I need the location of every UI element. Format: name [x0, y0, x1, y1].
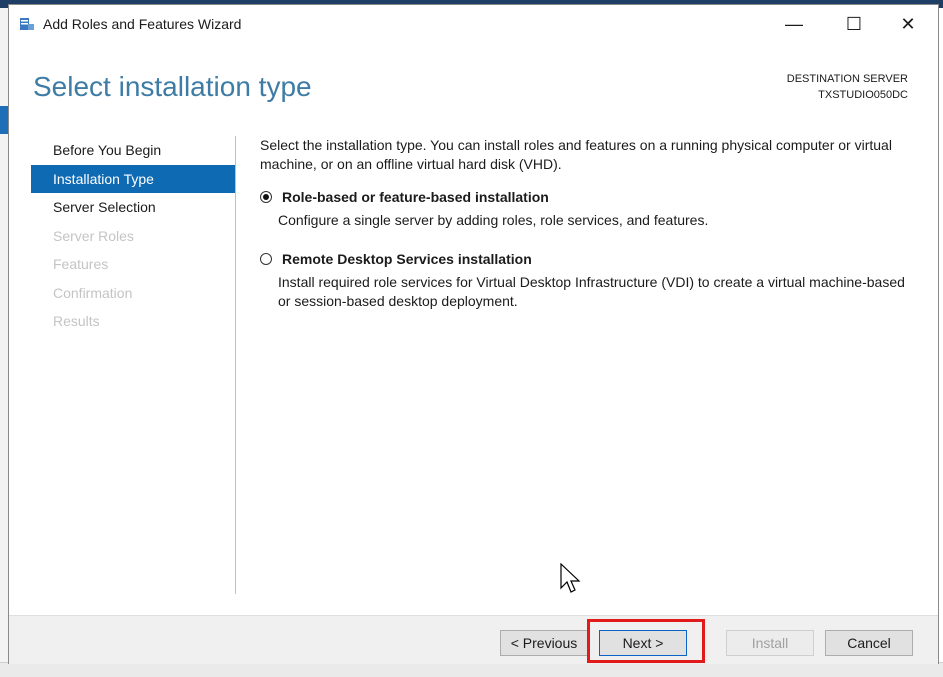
nav-item-confirmation: Confirmation	[53, 284, 133, 301]
nav-item-results: Results	[53, 313, 100, 329]
option-remote-desktop[interactable]: Remote Desktop Services installation Ins…	[260, 250, 920, 311]
maximize-icon: ☐	[845, 13, 863, 34]
maximize-button[interactable]: ☐	[831, 5, 877, 43]
minimize-button[interactable]: —	[771, 5, 817, 43]
nav-item-before-you-begin[interactable]: Before You Begin	[31, 136, 235, 165]
cancel-button[interactable]: Cancel	[825, 630, 913, 656]
dialog-titlebar: Add Roles and Features Wizard — ☐ ✕	[9, 5, 938, 43]
next-button[interactable]: Next >	[599, 630, 687, 656]
wizard-dialog: Add Roles and Features Wizard — ☐ ✕ Sele…	[8, 4, 939, 664]
wizard-nav: Before You Begin Installation Type Serve…	[31, 136, 235, 336]
content-pane: Select the installation type. You can in…	[260, 136, 920, 311]
option-desc-remote-desktop: Install required role services for Virtu…	[278, 274, 905, 309]
dialog-title: Add Roles and Features Wizard	[43, 16, 242, 32]
dialog-footer: < Previous Next > Install Cancel	[9, 615, 938, 664]
server-manager-bottom-edge	[0, 662, 943, 677]
server-manager-sidebar-selection	[0, 106, 8, 134]
nav-item-server-roles: Server Roles	[53, 227, 134, 244]
radio-remote-desktop[interactable]	[260, 253, 272, 265]
destination-server-label: DESTINATION SERVER	[786, 73, 908, 85]
close-icon: ✕	[900, 13, 916, 34]
radio-role-based[interactable]	[260, 191, 272, 203]
option-desc-role-based: Configure a single server by adding role…	[278, 212, 709, 228]
mouse-cursor-icon	[560, 562, 582, 602]
page-title: Select installation type	[33, 71, 312, 102]
nav-item-installation-type[interactable]: Installation Type	[31, 164, 235, 193]
option-role-based[interactable]: Role-based or feature-based installation…	[260, 188, 920, 230]
option-title-role-based[interactable]: Role-based or feature-based installation	[282, 188, 920, 207]
intro-text: Select the installation type. You can in…	[260, 137, 892, 172]
minimize-icon: —	[785, 13, 803, 34]
previous-button[interactable]: < Previous	[500, 630, 588, 656]
install-button[interactable]: Install	[726, 630, 814, 656]
destination-server-name: TXSTUDIO050DC	[818, 89, 908, 101]
nav-item-server-selection[interactable]: Server Selection	[31, 193, 235, 222]
server-manager-app-icon	[19, 17, 35, 31]
nav-item-features: Features	[53, 256, 109, 272]
option-title-remote-desktop[interactable]: Remote Desktop Services installation	[282, 250, 920, 269]
close-button[interactable]: ✕	[885, 5, 931, 43]
nav-divider	[235, 136, 236, 594]
